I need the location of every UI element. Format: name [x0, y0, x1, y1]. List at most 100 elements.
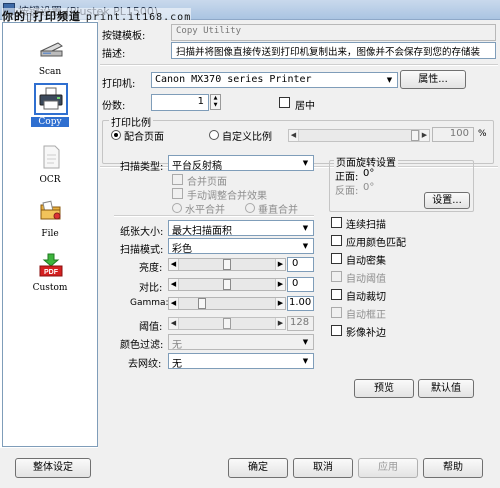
- settings-panel: 按键模板: Copy Utility 描述: 扫描并将图像直接传送到打印机复制出…: [98, 20, 500, 460]
- color-filter-label: 颜色过滤:: [120, 340, 164, 351]
- slider-left-arrow-icon[interactable]: ◀: [169, 298, 179, 309]
- printer-select[interactable]: Canon MX370 series Printer ▼: [151, 72, 398, 88]
- stepper-down-icon[interactable]: ▼: [211, 102, 220, 109]
- sidebar-item-ocr[interactable]: OCR: [3, 141, 97, 201]
- slider-thumb[interactable]: [223, 318, 231, 329]
- paper-size-label: 纸张大小:: [120, 227, 164, 238]
- custom-ratio-radio[interactable]: [209, 130, 219, 140]
- defaults-button[interactable]: 默认值: [418, 379, 474, 398]
- chevron-down-icon[interactable]: ▼: [299, 222, 312, 234]
- printer-select-value: Canon MX370 series Printer: [155, 74, 312, 85]
- file-folder-icon: [40, 200, 61, 220]
- color-filter-value: 无: [172, 340, 182, 351]
- slider-right-arrow-icon[interactable]: ▶: [275, 279, 285, 290]
- scan-type-select[interactable]: 平台反射稿 ▼: [168, 155, 314, 172]
- slider-right-arrow-icon[interactable]: ▶: [275, 298, 285, 309]
- sidebar-item-custom[interactable]: PDF Custom: [3, 249, 97, 309]
- vertical-merge-radio[interactable]: [245, 203, 255, 213]
- slider-thumb[interactable]: [198, 298, 206, 309]
- description-field[interactable]: 扫描并将图像直接传送到打印机复制出来，图像并不会保存到您的存储装: [171, 42, 496, 59]
- horizontal-merge-radio[interactable]: [172, 203, 182, 213]
- ratio-value-field[interactable]: 100: [432, 127, 474, 142]
- fit-page-radio[interactable]: [111, 130, 121, 140]
- header-divider: [100, 64, 498, 66]
- stepper-up-icon[interactable]: ▲: [211, 95, 220, 102]
- vertical-merge-label: 垂直合并: [258, 205, 298, 216]
- back-rotation-value: 0°: [363, 182, 375, 193]
- rotation-settings-button[interactable]: 设置...: [424, 192, 470, 209]
- chevron-down-icon[interactable]: ▼: [299, 355, 312, 367]
- merge-page-checkbox[interactable]: [172, 174, 183, 185]
- brightness-value-field[interactable]: 0: [287, 257, 314, 272]
- help-button[interactable]: 帮助: [423, 458, 483, 478]
- auto-density-checkbox[interactable]: [331, 253, 342, 264]
- brightness-slider[interactable]: ◀ ▶: [168, 258, 286, 271]
- sidebar-item-file[interactable]: File: [3, 195, 97, 255]
- slider-right-arrow-icon[interactable]: ▶: [275, 259, 285, 270]
- ok-button[interactable]: 确定: [228, 458, 288, 478]
- cancel-button[interactable]: 取消: [293, 458, 353, 478]
- chevron-down-icon[interactable]: ▼: [299, 240, 312, 252]
- center-checkbox[interactable]: [279, 97, 290, 108]
- continuous-scan-checkbox[interactable]: [331, 217, 342, 228]
- manual-merge-label: 手动调整合并效果: [187, 191, 267, 202]
- color-match-checkbox[interactable]: [331, 235, 342, 246]
- auto-threshold-label: 自动阈值: [346, 274, 386, 285]
- gamma-value-field[interactable]: 1.00: [287, 296, 314, 311]
- slider-thumb[interactable]: [223, 279, 231, 290]
- global-settings-button[interactable]: 整体设定: [15, 458, 91, 478]
- apply-button[interactable]: 应用: [358, 458, 418, 478]
- scan-mode-label: 扫描模式:: [120, 245, 164, 256]
- sidebar-item-label: Custom: [32, 283, 68, 293]
- auto-deskew-checkbox[interactable]: [331, 307, 342, 318]
- descreen-select[interactable]: 无 ▼: [168, 353, 314, 370]
- slider-left-arrow-icon[interactable]: ◀: [169, 259, 179, 270]
- auto-crop-checkbox[interactable]: [331, 289, 342, 300]
- color-filter-select[interactable]: 无 ▼: [168, 334, 314, 351]
- sidebar-item-copy[interactable]: Copy: [3, 83, 97, 143]
- ratio-slider[interactable]: ◀ ▶: [288, 129, 430, 142]
- front-rotation-label: 正面:: [335, 172, 359, 183]
- template-field[interactable]: Copy Utility: [171, 24, 496, 41]
- contrast-slider[interactable]: ◀ ▶: [168, 278, 286, 291]
- auto-threshold-checkbox[interactable]: [331, 271, 342, 282]
- merge-page-label: 合并页面: [187, 177, 227, 188]
- scanner-icon: [39, 42, 63, 57]
- slider-thumb[interactable]: [223, 259, 231, 270]
- slider-left-arrow-icon[interactable]: ◀: [289, 130, 299, 141]
- properties-button[interactable]: 属性...: [400, 70, 466, 89]
- paper-size-select[interactable]: 最大扫描面积 ▼: [168, 220, 314, 237]
- preview-button[interactable]: 预览: [354, 379, 414, 398]
- contrast-value-field[interactable]: 0: [287, 277, 314, 292]
- chevron-down-icon[interactable]: ▼: [299, 336, 312, 348]
- copies-input[interactable]: 1: [151, 94, 209, 111]
- chevron-down-icon[interactable]: ▼: [383, 74, 396, 86]
- slider-thumb[interactable]: [411, 130, 419, 141]
- center-label: 居中: [295, 101, 315, 112]
- function-sidebar: Scan Copy OCR File PDF Custom: [2, 22, 98, 447]
- paper-size-value: 最大扫描面积: [172, 226, 232, 237]
- threshold-slider[interactable]: ◀ ▶: [168, 317, 286, 330]
- slider-right-arrow-icon[interactable]: ▶: [275, 318, 285, 329]
- scan-mode-value: 彩色: [172, 244, 192, 255]
- footer-bar: 整体设定 确定 取消 应用 帮助: [0, 448, 500, 488]
- scan-mode-select[interactable]: 彩色 ▼: [168, 238, 314, 255]
- slider-right-arrow-icon[interactable]: ▶: [419, 130, 429, 141]
- svg-text:PDF: PDF: [44, 269, 59, 276]
- slider-left-arrow-icon[interactable]: ◀: [169, 318, 179, 329]
- manual-merge-checkbox[interactable]: [172, 188, 183, 199]
- merge-divider: [114, 215, 314, 217]
- auto-density-label: 自动密集: [346, 256, 386, 267]
- threshold-value-field[interactable]: 128: [287, 316, 314, 331]
- copies-stepper[interactable]: ▲ ▼: [210, 94, 221, 110]
- edge-fill-label: 影像补边: [346, 328, 386, 339]
- slider-left-arrow-icon[interactable]: ◀: [169, 279, 179, 290]
- scan-type-value: 平台反射稿: [172, 161, 222, 172]
- edge-fill-checkbox[interactable]: [331, 325, 342, 336]
- rotation-title: 页面旋转设置: [334, 154, 398, 169]
- gamma-slider[interactable]: ◀ ▶: [168, 297, 286, 310]
- chevron-down-icon[interactable]: ▼: [299, 157, 312, 169]
- contrast-label: 对比:: [139, 283, 163, 294]
- auto-deskew-label: 自动框正: [346, 310, 386, 321]
- printer-icon: [34, 83, 68, 115]
